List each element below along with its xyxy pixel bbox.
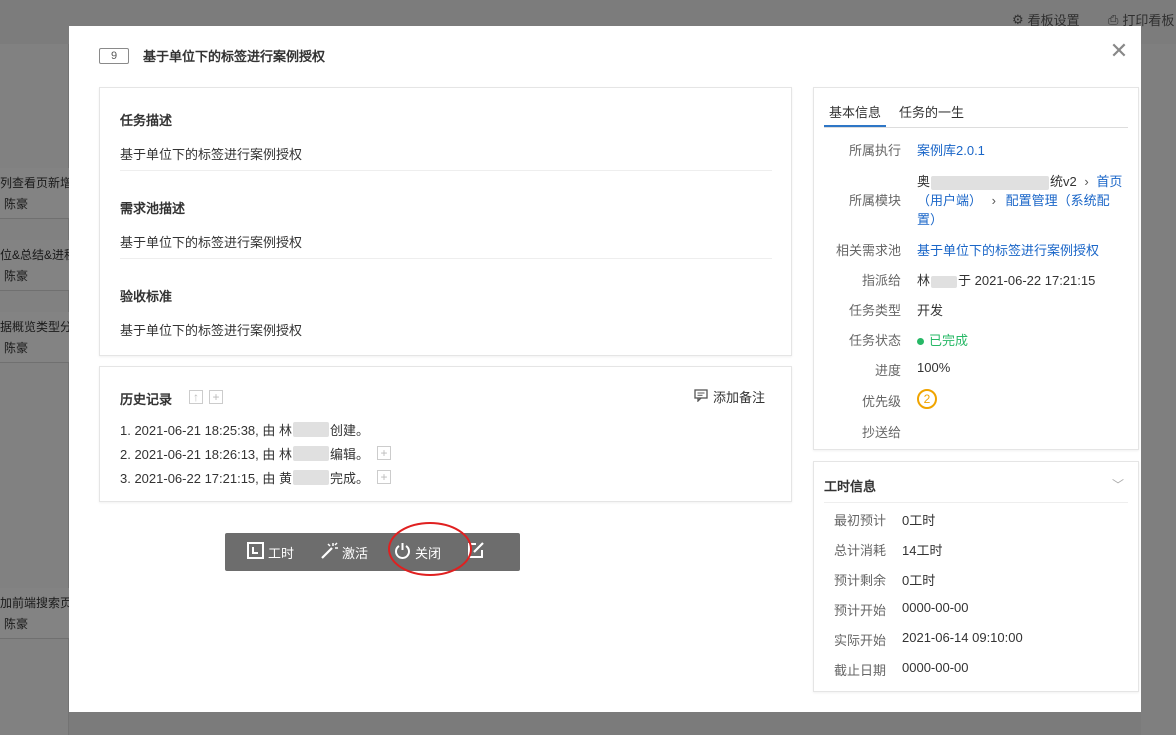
execution-row: 所属执行 案例库2.0.1 [848, 143, 985, 158]
redacted-name [931, 275, 958, 288]
board-card[interactable]: 加前端搜索页 陈豪 [0, 588, 69, 639]
magic-wand-icon [320, 542, 339, 562]
expand-change-icon[interactable]: + [377, 470, 392, 484]
worktime-panel: 工时信息 ﹀ 最初预计 0工时 总计消耗 14工时 预计剩余 0工时 预计开始 … [813, 461, 1139, 692]
worktime-row: 总计消耗 14工时 [833, 543, 943, 558]
worktime-button[interactable]: 工时 [247, 542, 294, 562]
tab-task-life[interactable]: 任务的一生 [894, 88, 969, 127]
highlight-circle [388, 522, 472, 576]
module-config-link[interactable]: 配置管理（系统配 [1006, 193, 1110, 208]
acceptance-section: 验收标准 基于单位下的标签进行案例授权 [120, 286, 772, 339]
requirement-row: 相关需求池 基于单位下的标签进行案例授权 [835, 243, 1100, 258]
worktime-title: 工时信息 [824, 479, 877, 494]
board-card[interactable]: 位&总结&进程 陈豪 [0, 240, 69, 291]
task-type-row: 任务类型 开发 [848, 303, 944, 318]
info-tabs: 基本信息 任务的一生 [824, 88, 1128, 128]
priority-badge: 2 [917, 389, 937, 409]
comment-icon [694, 388, 708, 405]
redacted-name [293, 445, 330, 461]
chevron-right-icon: › [991, 193, 996, 208]
module-config-link-end[interactable]: 置） [917, 212, 943, 227]
worktime-row: 实际开始 2021-06-14 09:10:00 [833, 630, 1023, 648]
requirement-link[interactable]: 基于单位下的标签进行案例授权 [917, 243, 1099, 258]
expand-change-icon[interactable]: + [377, 446, 392, 460]
activate-button[interactable]: 激活 [320, 542, 368, 562]
board-column-right [1141, 44, 1176, 735]
board-column: 列查看页新增 陈豪 位&总结&进程 陈豪 据概览类型分 陈豪 加前端搜索页 陈豪 [0, 44, 69, 735]
module-row: 所属模块 奥统v2 › 首页 （用户端） › 配置管理（系统配 置） [848, 174, 1123, 227]
execution-link[interactable]: 案例库2.0.1 [917, 143, 985, 158]
basic-info-panel: 基本信息 任务的一生 所属执行 案例库2.0.1 所属模块 奥统v2 › 首页 … [813, 87, 1139, 450]
worktime-row: 最初预计 0工时 [833, 513, 936, 528]
history-item: 1. 2021-06-21 18:25:38, 由 林 创建。 [120, 421, 370, 438]
board-bottom [69, 712, 1141, 735]
close-icon[interactable]: ✕ [1107, 40, 1131, 64]
divider [120, 258, 772, 259]
history-title: 历史记录 [120, 392, 173, 407]
sort-up-icon[interactable]: ↑ [189, 390, 203, 404]
action-toolbar: 工时 激活 关闭 [225, 533, 520, 571]
history-item: 2. 2021-06-21 18:26:13, 由 林 编辑。 + [120, 441, 392, 465]
divider [120, 170, 772, 171]
redacted-name [293, 469, 330, 485]
history-panel: 历史记录 ↑ + 添加备注 1. 2021-06-21 18:25:38, 由 … [99, 366, 792, 502]
requirement-description-section: 需求池描述 基于单位下的标签进行案例授权 [120, 198, 772, 251]
task-id-badge: 9 [99, 47, 129, 64]
redacted-name [293, 421, 330, 437]
task-description-title: 任务描述 [120, 113, 173, 128]
status-dot [917, 338, 924, 346]
acceptance-text: 基于单位下的标签进行案例授权 [120, 323, 303, 338]
chevron-right-icon: › [1084, 174, 1089, 189]
clock-icon [247, 542, 264, 562]
modal-header: 9 基于单位下的标签进行案例授权 [99, 46, 325, 65]
assignee-row: 指派给 林于 2021-06-22 17:21:15 [861, 273, 1096, 288]
requirement-description-text: 基于单位下的标签进行案例授权 [120, 235, 303, 250]
task-detail-modal: 9 基于单位下的标签进行案例授权 ✕ 任务描述 基于单位下的标签进行案例授权 需… [69, 26, 1141, 712]
add-note-button[interactable]: 添加备注 [694, 387, 765, 406]
tab-basic-info[interactable]: 基本信息 [824, 88, 887, 127]
task-status-row: 任务状态 已完成 [848, 333, 969, 348]
status-badge: 已完成 [929, 333, 969, 348]
worktime-row: 预计剩余 0工时 [833, 573, 936, 588]
acceptance-title: 验收标准 [120, 289, 173, 304]
cc-row: 抄送给 [861, 425, 901, 440]
description-panel: 任务描述 基于单位下的标签进行案例授权 需求池描述 基于单位下的标签进行案例授权… [99, 87, 792, 356]
task-description-text: 基于单位下的标签进行案例授权 [120, 147, 303, 162]
redacted-text [931, 175, 1050, 190]
worktime-row: 截止日期 0000-00-00 [833, 660, 969, 678]
requirement-description-title: 需求池描述 [120, 201, 186, 216]
history-item: 3. 2021-06-22 17:21:15, 由 黄 完成。 + [120, 465, 392, 489]
expand-all-icon[interactable]: + [209, 390, 223, 404]
task-description-section: 任务描述 基于单位下的标签进行案例授权 [120, 110, 772, 163]
module-user-link[interactable]: （用户端） [917, 193, 982, 208]
worktime-row: 预计开始 0000-00-00 [833, 600, 969, 618]
history-list: 1. 2021-06-21 18:25:38, 由 林 创建。 2. 2021-… [120, 417, 392, 489]
history-tools: ↑ + [189, 390, 223, 404]
board-card[interactable]: 据概览类型分 陈豪 [0, 312, 69, 363]
divider [824, 502, 1128, 503]
board-card[interactable]: 列查看页新增 陈豪 [0, 168, 69, 219]
module-home-link[interactable]: 首页 [1096, 174, 1122, 189]
chevron-down-icon[interactable]: ﹀ [1112, 476, 1124, 493]
priority-row: 优先级 2 [814, 389, 1140, 410]
progress-row: 进度 100% [874, 360, 951, 378]
modal-title: 基于单位下的标签进行案例授权 [143, 49, 326, 64]
